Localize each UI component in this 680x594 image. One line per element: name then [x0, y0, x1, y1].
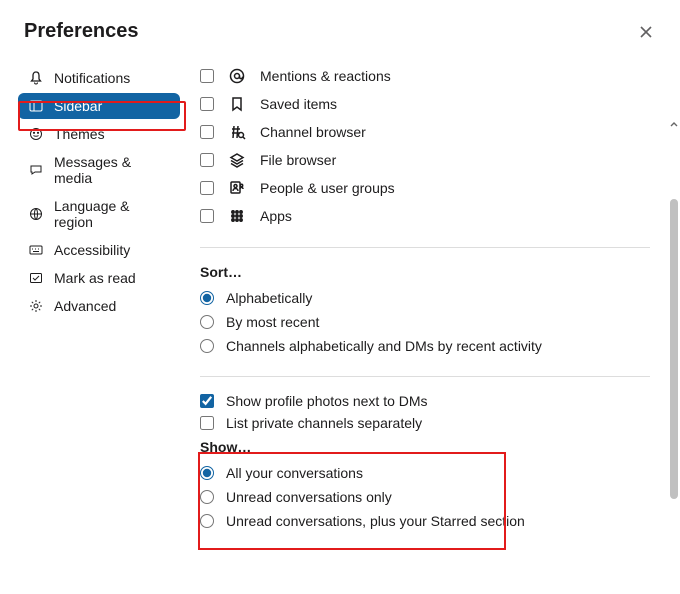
sidebar-item-label: Themes [54, 126, 105, 142]
sidebar-layout-icon [28, 98, 44, 114]
page-title: Preferences [24, 20, 139, 43]
sidebar-item-label: Accessibility [54, 242, 130, 258]
smile-icon [28, 126, 44, 142]
sidebar-item-themes[interactable]: Themes [18, 121, 180, 147]
checkbox-private-separate[interactable] [200, 416, 214, 430]
toggle-profile-photos[interactable]: Show profile photos next to DMs [200, 393, 650, 409]
sort-option-channels-dms[interactable]: Channels alphabetically and DMs by recen… [200, 338, 650, 354]
show-option-unread[interactable]: Unread conversations only [200, 489, 650, 505]
checkbox-mentions[interactable] [200, 69, 214, 83]
preferences-content: Mentions & reactions Saved items Channel… [190, 57, 680, 594]
option-label: Apps [260, 208, 292, 224]
option-label: People & user groups [260, 180, 395, 196]
always-show-option-file-browser[interactable]: File browser [200, 151, 650, 169]
check-icon [28, 270, 44, 286]
always-show-option-mentions[interactable]: Mentions & reactions [200, 67, 650, 85]
bookmark-icon [228, 95, 246, 113]
sort-option-alphabetical[interactable]: Alphabetically [200, 290, 650, 306]
sidebar-item-accessibility[interactable]: Accessibility [18, 237, 180, 263]
option-label: Show profile photos next to DMs [226, 393, 428, 409]
hash-search-icon [228, 123, 246, 141]
always-show-option-saved[interactable]: Saved items [200, 95, 650, 113]
sidebar-item-notifications[interactable]: Notifications [18, 65, 180, 91]
close-button[interactable] [636, 22, 656, 42]
option-label: List private channels separately [226, 415, 422, 431]
globe-icon [28, 206, 44, 222]
sort-heading: Sort… [200, 264, 650, 280]
sidebar-item-label: Language & region [54, 198, 170, 230]
at-icon [228, 67, 246, 85]
radio-show-unread[interactable] [200, 490, 214, 504]
radio-show-all[interactable] [200, 466, 214, 480]
always-show-option-channel-browser[interactable]: Channel browser [200, 123, 650, 141]
option-label: Mentions & reactions [260, 68, 391, 84]
sidebar-item-label: Mark as read [54, 270, 136, 286]
show-option-unread-starred[interactable]: Unread conversations, plus your Starred … [200, 513, 650, 529]
radio-sort-channels-dms[interactable] [200, 339, 214, 353]
option-label: By most recent [226, 314, 319, 330]
bell-icon [28, 70, 44, 86]
sidebar-item-label: Notifications [54, 70, 130, 86]
option-label: Unread conversations, plus your Starred … [226, 513, 525, 529]
preferences-sidebar: Notifications Sidebar Themes Messages & … [0, 57, 190, 594]
checkbox-apps[interactable] [200, 209, 214, 223]
option-label: Saved items [260, 96, 337, 112]
people-icon [228, 179, 246, 197]
option-label: Alphabetically [226, 290, 312, 306]
checkbox-profile-photos[interactable] [200, 394, 214, 408]
gear-icon [28, 298, 44, 314]
checkbox-channel-browser[interactable] [200, 125, 214, 139]
checkbox-saved[interactable] [200, 97, 214, 111]
sidebar-item-messages-media[interactable]: Messages & media [18, 149, 180, 191]
files-icon [228, 151, 246, 169]
checkbox-people[interactable] [200, 181, 214, 195]
apps-grid-icon [228, 207, 246, 225]
option-label: All your conversations [226, 465, 363, 481]
divider [200, 247, 650, 248]
sort-option-recent[interactable]: By most recent [200, 314, 650, 330]
chat-icon [28, 162, 44, 178]
divider [200, 376, 650, 377]
sidebar-item-sidebar[interactable]: Sidebar [18, 93, 180, 119]
toggle-private-channels-separate[interactable]: List private channels separately [200, 415, 650, 431]
sidebar-item-language-region[interactable]: Language & region [18, 193, 180, 235]
always-show-option-apps[interactable]: Apps [200, 207, 650, 225]
radio-sort-recent[interactable] [200, 315, 214, 329]
sidebar-item-advanced[interactable]: Advanced [18, 293, 180, 319]
scroll-thumb[interactable] [670, 199, 678, 499]
radio-show-unread-starred[interactable] [200, 514, 214, 528]
close-icon [638, 24, 654, 40]
keyboard-icon [28, 242, 44, 258]
checkbox-file-browser[interactable] [200, 153, 214, 167]
option-label: File browser [260, 152, 336, 168]
sidebar-item-label: Messages & media [54, 154, 170, 186]
always-show-option-people[interactable]: People & user groups [200, 179, 650, 197]
content-scrollbar[interactable] [668, 117, 680, 594]
preferences-titlebar: Preferences [0, 0, 680, 57]
sidebar-item-label: Advanced [54, 298, 116, 314]
option-label: Unread conversations only [226, 489, 392, 505]
show-option-all[interactable]: All your conversations [200, 465, 650, 481]
option-label: Channel browser [260, 124, 366, 140]
radio-sort-alphabetical[interactable] [200, 291, 214, 305]
sidebar-item-mark-as-read[interactable]: Mark as read [18, 265, 180, 291]
sidebar-item-label: Sidebar [54, 98, 102, 114]
option-label: Channels alphabetically and DMs by recen… [226, 338, 542, 354]
show-heading: Show… [200, 439, 650, 455]
